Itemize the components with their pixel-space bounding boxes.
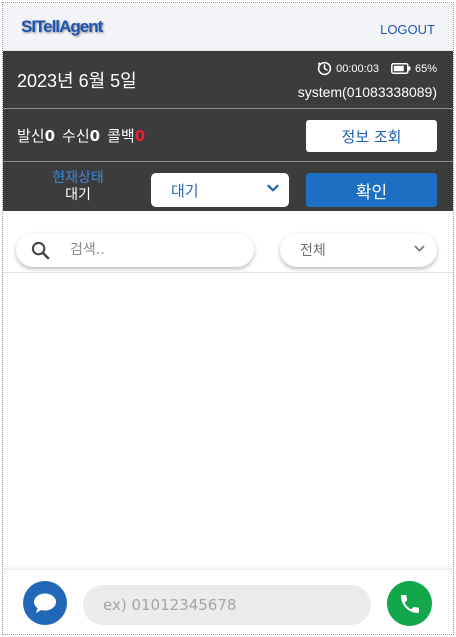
info-lookup-button[interactable]: 정보 조회 [306, 120, 437, 152]
battery-level: 65% [414, 62, 437, 75]
status-select[interactable]: 대기 [151, 173, 289, 207]
search-row: 전체 [3, 211, 453, 273]
chevron-down-icon [267, 184, 279, 192]
call-counts-row: 발신0 수신0 콜백0 정보 조회 [3, 110, 453, 162]
search-icon [31, 241, 50, 260]
chevron-down-icon [414, 245, 425, 252]
callback-label: 콜백 [107, 127, 135, 145]
incoming-label: 수신 [62, 127, 90, 145]
search-box[interactable] [16, 233, 254, 267]
call-button[interactable] [387, 581, 432, 626]
chat-button[interactable] [23, 581, 67, 625]
agent-info-panel: 2023년 6월 5일 00:00:03 65% system(01083338… [3, 51, 453, 211]
callback-count: 콜백0 [107, 125, 145, 146]
outgoing-value: 0 [44, 127, 56, 145]
current-status-label: 현재상태 [52, 170, 104, 186]
dialer-bar [3, 569, 453, 634]
current-status-value: 대기 [65, 187, 91, 203]
filter-select[interactable]: 전체 [280, 233, 437, 267]
agent-user: system(01083338089) [297, 84, 437, 100]
phone-icon [400, 594, 419, 613]
logout-link[interactable]: LOGOUT [380, 22, 435, 37]
call-list [3, 274, 453, 569]
top-bar: SITellAgent LOGOUT [3, 3, 453, 51]
chat-bubble-icon [34, 593, 56, 613]
outgoing-label: 발신 [17, 127, 45, 145]
search-input[interactable] [70, 239, 240, 261]
status-select-value: 대기 [171, 181, 199, 200]
current-date: 2023년 6월 5일 [17, 71, 137, 91]
outgoing-count: 발신0 [17, 125, 55, 146]
call-counts: 발신0 수신0 콜백0 [17, 125, 152, 146]
confirm-status-button[interactable]: 확인 [306, 173, 437, 207]
clock-icon [317, 61, 332, 76]
incoming-value: 0 [89, 127, 101, 145]
call-timer: 00:00:03 [336, 62, 379, 75]
app-frame: SITellAgent LOGOUT 2023년 6월 5일 00:00:03 … [2, 2, 454, 635]
app-logo: SITellAgent [21, 17, 103, 36]
phone-number-input[interactable] [83, 585, 371, 625]
session-status: 00:00:03 65% [317, 61, 437, 76]
filter-select-value: 전체 [300, 243, 326, 259]
current-status: 현재상태 대기 [43, 170, 113, 204]
status-row: 현재상태 대기 대기 확인 [3, 163, 453, 211]
incoming-count: 수신0 [62, 125, 100, 146]
date-row: 2023년 6월 5일 00:00:03 65% system(01083338… [3, 51, 453, 109]
callback-value: 0 [134, 127, 146, 145]
battery-icon [391, 63, 411, 74]
